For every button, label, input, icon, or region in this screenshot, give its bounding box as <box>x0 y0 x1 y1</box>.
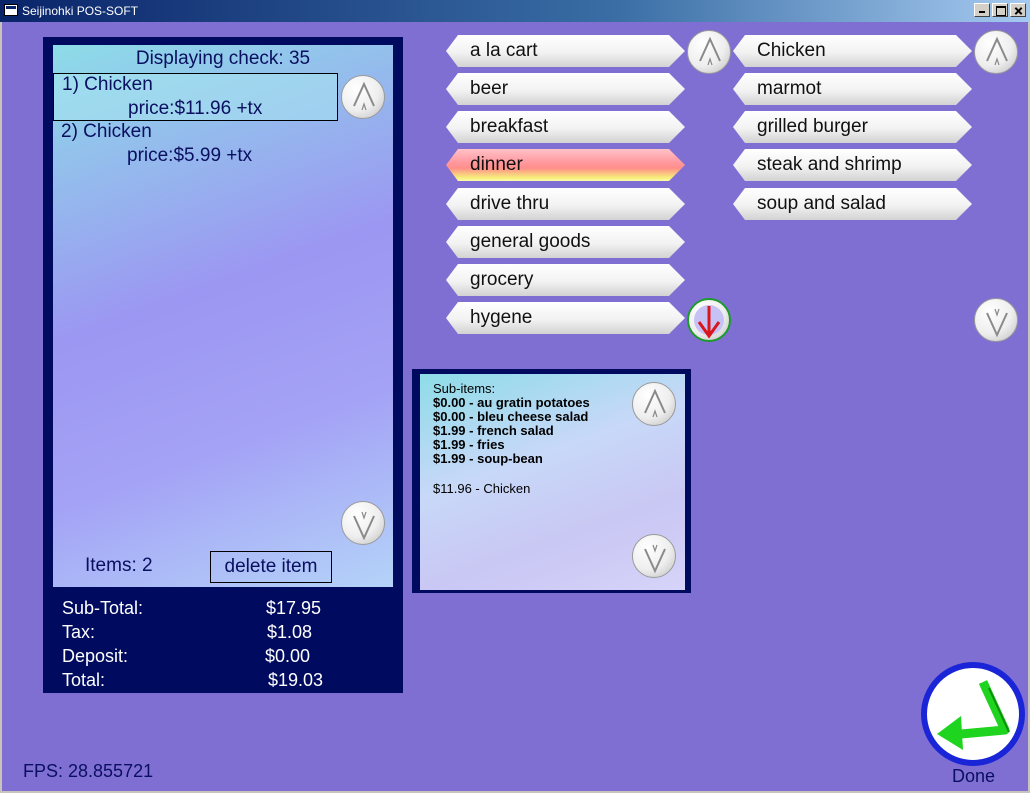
tax-row: Tax: $1.08 <box>62 622 382 646</box>
red-arrow-down-icon <box>694 305 724 339</box>
deposit-row: Deposit: $0.00 <box>62 646 382 670</box>
subitems-header: Sub-items: <box>433 381 496 396</box>
category-label: dinner <box>470 154 523 175</box>
category-label: general goods <box>470 231 591 252</box>
chevron-down-icon <box>353 511 375 541</box>
product-scroll-up-button[interactable] <box>974 30 1018 74</box>
subitem-line[interactable]: $0.00 - bleu cheese salad <box>433 410 588 424</box>
check-scroll-up-button[interactable] <box>341 75 385 119</box>
category-label: a la cart <box>470 40 538 61</box>
check-panel: Displaying check: 35 1) Chicken price:$1… <box>43 37 403 593</box>
product-label: grilled burger <box>757 116 868 137</box>
category-dinner[interactable]: dinner <box>446 149 685 181</box>
product-grilled-burger[interactable]: grilled burger <box>733 111 972 143</box>
deposit-label: Deposit: <box>62 646 129 666</box>
product-chicken[interactable]: Chicken <box>733 35 972 67</box>
product-steak-and-shrimp[interactable]: steak and shrimp <box>733 149 972 181</box>
check-line-item[interactable]: 2) Chicken price:$5.99 +tx <box>53 121 338 169</box>
chevron-down-icon <box>986 308 1008 338</box>
line-item-name: 2) Chicken <box>61 121 152 142</box>
chevron-up-icon <box>644 388 666 418</box>
check-title: Displaying check: 35 <box>135 48 311 69</box>
subitems-scroll-down-button[interactable] <box>632 534 676 578</box>
category-beer[interactable]: beer <box>446 73 685 105</box>
window-controls <box>974 3 1026 17</box>
subitem-line[interactable]: $1.99 - fries <box>433 438 505 452</box>
close-button[interactable] <box>1010 3 1026 17</box>
line-item-price: price:$5.99 +tx <box>127 145 253 166</box>
subitems-list: Sub-items: $0.00 - au gratin potatoes $0… <box>420 374 685 590</box>
category-scroll-down-button[interactable] <box>687 298 731 342</box>
subitems-total-line: $11.96 - Chicken <box>433 481 531 496</box>
delete-item-button[interactable]: delete item <box>210 551 332 583</box>
total-row: Total: $19.03 <box>62 670 382 694</box>
done-button[interactable] <box>921 662 1025 766</box>
tax-label: Tax: <box>62 622 96 642</box>
subitem-line[interactable]: $0.00 - au gratin potatoes <box>433 396 590 410</box>
subitems-scroll-up-button[interactable] <box>632 382 676 426</box>
line-item-price: price:$11.96 +tx <box>128 98 263 119</box>
window-title: Seijinohki POS-SOFT <box>22 4 139 18</box>
total-label: Total: <box>62 670 106 690</box>
subitems-panel: Sub-items: $0.00 - au gratin potatoes $0… <box>412 369 691 593</box>
chevron-up-icon <box>699 36 721 66</box>
title-bar: Seijinohki POS-SOFT <box>0 0 1030 22</box>
category-label: beer <box>470 78 509 99</box>
chevron-up-icon <box>353 81 375 111</box>
maximize-button[interactable] <box>992 3 1008 17</box>
product-label: steak and shrimp <box>757 154 902 175</box>
subtotal-row: Sub-Total: $17.95 <box>62 598 382 622</box>
product-label: Chicken <box>757 40 826 61</box>
category-label: hygene <box>470 307 533 328</box>
line-item-name: 1) Chicken <box>62 74 153 95</box>
category-label: grocery <box>470 269 534 290</box>
check-list: Displaying check: 35 1) Chicken price:$1… <box>53 45 393 587</box>
product-soup-and-salad[interactable]: soup and salad <box>733 188 972 220</box>
subtotal-value: $17.95 <box>266 598 322 618</box>
items-count: Items: 2 <box>85 555 153 576</box>
totals-panel: Sub-Total: $17.95 Tax: $1.08 Deposit: $0… <box>43 593 403 693</box>
done-label: Done <box>952 766 996 786</box>
chevron-up-icon <box>986 36 1008 66</box>
category-label: drive thru <box>470 193 550 214</box>
return-arrow-icon <box>937 680 1010 750</box>
subitem-line[interactable]: $1.99 - french salad <box>433 424 554 438</box>
category-a-la-cart[interactable]: a la cart <box>446 35 685 67</box>
check-scroll-down-button[interactable] <box>341 501 385 545</box>
total-value: $19.03 <box>268 670 324 690</box>
category-label: breakfast <box>470 116 549 137</box>
product-scroll-down-button[interactable] <box>974 298 1018 342</box>
category-scroll-up-button[interactable] <box>687 30 731 74</box>
fps-readout: FPS: 28.855721 <box>23 761 154 781</box>
minimize-button[interactable] <box>974 3 990 17</box>
product-label: soup and salad <box>757 193 886 214</box>
tax-value: $1.08 <box>267 622 313 642</box>
category-drive-thru[interactable]: drive thru <box>446 188 685 220</box>
subtotal-label: Sub-Total: <box>62 598 144 618</box>
category-grocery[interactable]: grocery <box>446 264 685 296</box>
subitem-line[interactable]: $1.99 - soup-bean <box>433 452 543 466</box>
category-breakfast[interactable]: breakfast <box>446 111 685 143</box>
product-label: marmot <box>757 78 822 99</box>
product-marmot[interactable]: marmot <box>733 73 972 105</box>
chevron-down-icon <box>644 544 666 574</box>
deposit-value: $0.00 <box>265 646 311 666</box>
check-line-item[interactable]: 1) Chicken price:$11.96 +tx <box>53 73 338 121</box>
category-hygene[interactable]: hygene <box>446 302 685 334</box>
category-general-goods[interactable]: general goods <box>446 226 685 258</box>
app-icon <box>4 4 18 16</box>
